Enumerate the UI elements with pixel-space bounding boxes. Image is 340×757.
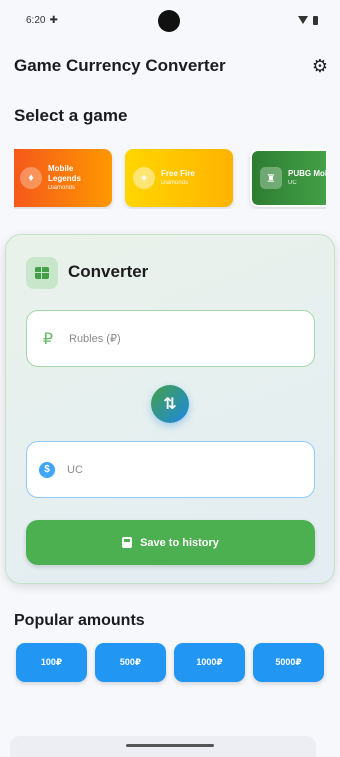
gear-icon[interactable]: ⚙ [310,56,330,76]
calculator-icon [26,257,58,289]
battery-icon [313,15,318,25]
save-label: Save to history [140,536,219,549]
popular-amounts-title: Popular amounts [14,612,145,629]
save-icon [122,537,133,548]
diamond-icon: ♦ [20,167,42,189]
amount-button-5000[interactable]: 5000₽ [253,643,324,682]
swap-button[interactable]: ⇅ [151,385,189,423]
game-name: Mobile Legends [48,164,81,183]
game-card-mobile-legends[interactable]: ♦ Mobile Legends Diamonds [14,149,112,207]
select-game-title: Select a game [14,106,128,125]
camera-cutout [158,10,180,32]
game-card-pubg-mobile[interactable]: ♜ PUBG Mobile UC [250,149,326,207]
notification-icon: ✚ [49,14,58,26]
status-right [298,15,318,25]
trophy-icon: ♜ [260,167,282,189]
status-time: 6:20 [26,14,46,26]
wifi-icon [298,16,308,24]
popular-amounts-row: 100₽ 500₽ 1000₽ 5000₽ [16,643,324,682]
save-to-history-button[interactable]: Save to history [26,520,315,565]
amount-button-500[interactable]: 500₽ [95,643,166,682]
rubles-field[interactable]: ₽ [26,310,315,367]
converter-card: Converter ₽ ⇅ $ Save to history [5,234,335,584]
games-carousel[interactable]: ♦ Mobile Legends Diamonds ✦ Free Fire Di… [14,149,326,209]
rubles-input[interactable] [69,332,269,345]
dollar-icon: $ [39,461,55,478]
game-card-free-fire[interactable]: ✦ Free Fire Diamonds [125,149,233,207]
uc-input[interactable] [67,463,267,476]
fire-icon: ✦ [133,167,155,189]
game-currency: Diamonds [48,184,76,191]
app-title: Game Currency Converter [14,56,226,75]
status-left: 6:20 ✚ [26,15,58,26]
game-name: PUBG Mobile [288,168,326,178]
game-name: Free Fire [161,168,195,178]
uc-field[interactable]: $ [26,441,315,498]
amount-button-1000[interactable]: 1000₽ [174,643,245,682]
amount-button-100[interactable]: 100₽ [16,643,87,682]
ruble-icon: ₽ [42,330,54,348]
game-currency: Diamonds [161,180,189,187]
game-currency: UC [288,180,297,187]
navigation-handle[interactable] [126,744,214,747]
converter-title: Converter [68,262,149,281]
